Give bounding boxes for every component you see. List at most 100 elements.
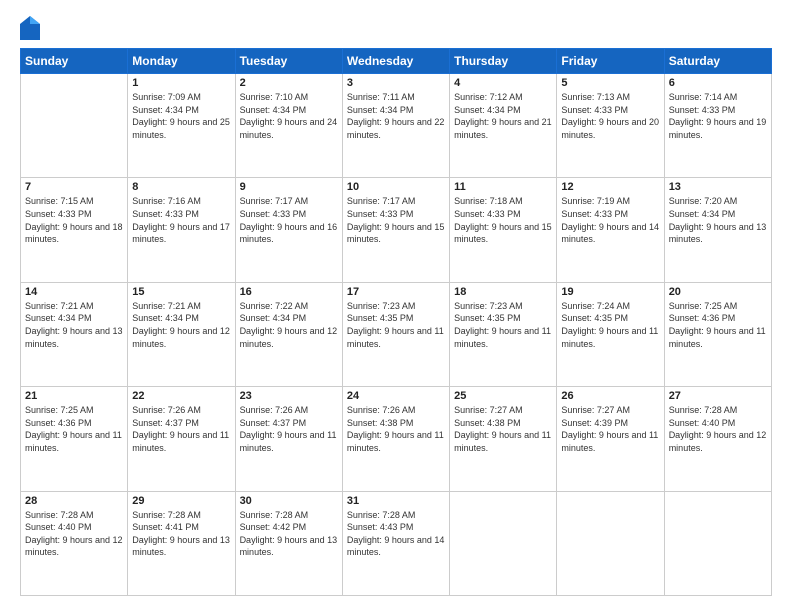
calendar-cell: 17 Sunrise: 7:23 AMSunset: 4:35 PMDayligh…	[342, 282, 449, 386]
day-info: Sunrise: 7:26 AMSunset: 4:38 PMDaylight:…	[347, 404, 445, 454]
day-info: Sunrise: 7:11 AMSunset: 4:34 PMDaylight:…	[347, 91, 445, 141]
calendar-cell	[21, 74, 128, 178]
calendar-week-row: 1 Sunrise: 7:09 AMSunset: 4:34 PMDaylight…	[21, 74, 772, 178]
day-info: Sunrise: 7:25 AMSunset: 4:36 PMDaylight:…	[669, 300, 767, 350]
day-number: 6	[669, 77, 767, 89]
day-info: Sunrise: 7:20 AMSunset: 4:34 PMDaylight:…	[669, 195, 767, 245]
day-info: Sunrise: 7:09 AMSunset: 4:34 PMDaylight:…	[132, 91, 230, 141]
day-info: Sunrise: 7:23 AMSunset: 4:35 PMDaylight:…	[454, 300, 552, 350]
day-info: Sunrise: 7:27 AMSunset: 4:39 PMDaylight:…	[561, 404, 659, 454]
calendar-table: SundayMondayTuesdayWednesdayThursdayFrid…	[20, 48, 772, 596]
calendar-cell: 23 Sunrise: 7:26 AMSunset: 4:37 PMDayligh…	[235, 387, 342, 491]
page: SundayMondayTuesdayWednesdayThursdayFrid…	[0, 0, 792, 612]
calendar-cell: 26 Sunrise: 7:27 AMSunset: 4:39 PMDayligh…	[557, 387, 664, 491]
calendar-cell: 27Sunrise: 7:28 AMSunset: 4:40 PMDayligh…	[664, 387, 771, 491]
day-number: 30	[240, 495, 338, 507]
calendar-cell: 7 Sunrise: 7:15 AMSunset: 4:33 PMDaylight…	[21, 178, 128, 282]
day-number: 22	[132, 390, 230, 402]
calendar-cell: 3 Sunrise: 7:11 AMSunset: 4:34 PMDaylight…	[342, 74, 449, 178]
calendar-cell: 5 Sunrise: 7:13 AMSunset: 4:33 PMDaylight…	[557, 74, 664, 178]
calendar-weekday-header: Wednesday	[342, 49, 449, 74]
day-info: Sunrise: 7:27 AMSunset: 4:38 PMDaylight:…	[454, 404, 552, 454]
calendar-cell: 28Sunrise: 7:28 AMSunset: 4:40 PMDayligh…	[21, 491, 128, 595]
day-number: 5	[561, 77, 659, 89]
calendar-cell: 4 Sunrise: 7:12 AMSunset: 4:34 PMDaylight…	[450, 74, 557, 178]
day-info: Sunrise: 7:14 AMSunset: 4:33 PMDaylight:…	[669, 91, 767, 141]
day-number: 11	[454, 181, 552, 193]
calendar-cell: 31 Sunrise: 7:28 AMSunset: 4:43 PMDayligh…	[342, 491, 449, 595]
calendar-week-row: 21 Sunrise: 7:25 AMSunset: 4:36 PMDayligh…	[21, 387, 772, 491]
day-number: 13	[669, 181, 767, 193]
day-number: 4	[454, 77, 552, 89]
calendar-cell: 1 Sunrise: 7:09 AMSunset: 4:34 PMDaylight…	[128, 74, 235, 178]
day-number: 21	[25, 390, 123, 402]
calendar-weekday-header: Tuesday	[235, 49, 342, 74]
day-info: Sunrise: 7:18 AMSunset: 4:33 PMDaylight:…	[454, 195, 552, 245]
calendar-cell	[557, 491, 664, 595]
day-info: Sunrise: 7:21 AMSunset: 4:34 PMDaylight:…	[132, 300, 230, 350]
calendar-cell: 11 Sunrise: 7:18 AMSunset: 4:33 PMDayligh…	[450, 178, 557, 282]
day-number: 16	[240, 286, 338, 298]
day-info: Sunrise: 7:28 AMSunset: 4:43 PMDaylight:…	[347, 509, 445, 559]
day-info: Sunrise: 7:28 AMSunset: 4:41 PMDaylight:…	[132, 509, 230, 559]
calendar-cell: 12 Sunrise: 7:19 AMSunset: 4:33 PMDayligh…	[557, 178, 664, 282]
calendar-cell: 21 Sunrise: 7:25 AMSunset: 4:36 PMDayligh…	[21, 387, 128, 491]
day-info: Sunrise: 7:17 AMSunset: 4:33 PMDaylight:…	[347, 195, 445, 245]
calendar-cell: 30Sunrise: 7:28 AMSunset: 4:42 PMDayligh…	[235, 491, 342, 595]
day-info: Sunrise: 7:23 AMSunset: 4:35 PMDaylight:…	[347, 300, 445, 350]
day-number: 29	[132, 495, 230, 507]
day-number: 20	[669, 286, 767, 298]
calendar-cell: 6 Sunrise: 7:14 AMSunset: 4:33 PMDaylight…	[664, 74, 771, 178]
day-info: Sunrise: 7:16 AMSunset: 4:33 PMDaylight:…	[132, 195, 230, 245]
day-info: Sunrise: 7:19 AMSunset: 4:33 PMDaylight:…	[561, 195, 659, 245]
calendar-cell: 9 Sunrise: 7:17 AMSunset: 4:33 PMDaylight…	[235, 178, 342, 282]
day-number: 31	[347, 495, 445, 507]
day-info: Sunrise: 7:12 AMSunset: 4:34 PMDaylight:…	[454, 91, 552, 141]
calendar-cell: 16 Sunrise: 7:22 AMSunset: 4:34 PMDayligh…	[235, 282, 342, 386]
day-number: 1	[132, 77, 230, 89]
day-number: 3	[347, 77, 445, 89]
calendar-cell: 15 Sunrise: 7:21 AMSunset: 4:34 PMDayligh…	[128, 282, 235, 386]
calendar-weekday-header: Saturday	[664, 49, 771, 74]
calendar-cell: 8 Sunrise: 7:16 AMSunset: 4:33 PMDaylight…	[128, 178, 235, 282]
day-number: 28	[25, 495, 123, 507]
calendar-weekday-header: Monday	[128, 49, 235, 74]
calendar-cell: 2Sunrise: 7:10 AMSunset: 4:34 PMDaylight…	[235, 74, 342, 178]
day-number: 25	[454, 390, 552, 402]
calendar-cell: 19 Sunrise: 7:24 AMSunset: 4:35 PMDayligh…	[557, 282, 664, 386]
logo	[20, 16, 44, 40]
calendar-cell	[450, 491, 557, 595]
calendar-cell: 13 Sunrise: 7:20 AMSunset: 4:34 PMDayligh…	[664, 178, 771, 282]
calendar-week-row: 7 Sunrise: 7:15 AMSunset: 4:33 PMDaylight…	[21, 178, 772, 282]
day-info: Sunrise: 7:13 AMSunset: 4:33 PMDaylight:…	[561, 91, 659, 141]
day-number: 2	[240, 77, 338, 89]
day-number: 7	[25, 181, 123, 193]
day-number: 14	[25, 286, 123, 298]
calendar-cell: 24Sunrise: 7:26 AMSunset: 4:38 PMDayligh…	[342, 387, 449, 491]
calendar-cell: 25 Sunrise: 7:27 AMSunset: 4:38 PMDayligh…	[450, 387, 557, 491]
day-number: 12	[561, 181, 659, 193]
day-number: 9	[240, 181, 338, 193]
day-number: 15	[132, 286, 230, 298]
calendar-week-row: 14 Sunrise: 7:21 AMSunset: 4:34 PMDayligh…	[21, 282, 772, 386]
day-number: 17	[347, 286, 445, 298]
calendar-cell: 22 Sunrise: 7:26 AMSunset: 4:37 PMDayligh…	[128, 387, 235, 491]
day-info: Sunrise: 7:25 AMSunset: 4:36 PMDaylight:…	[25, 404, 123, 454]
day-info: Sunrise: 7:22 AMSunset: 4:34 PMDaylight:…	[240, 300, 338, 350]
day-number: 19	[561, 286, 659, 298]
day-info: Sunrise: 7:26 AMSunset: 4:37 PMDaylight:…	[132, 404, 230, 454]
day-info: Sunrise: 7:26 AMSunset: 4:37 PMDaylight:…	[240, 404, 338, 454]
calendar-weekday-header: Thursday	[450, 49, 557, 74]
day-info: Sunrise: 7:17 AMSunset: 4:33 PMDaylight:…	[240, 195, 338, 245]
day-info: Sunrise: 7:21 AMSunset: 4:34 PMDaylight:…	[25, 300, 123, 350]
day-info: Sunrise: 7:15 AMSunset: 4:33 PMDaylight:…	[25, 195, 123, 245]
calendar-cell: 14 Sunrise: 7:21 AMSunset: 4:34 PMDayligh…	[21, 282, 128, 386]
day-number: 18	[454, 286, 552, 298]
logo-icon	[20, 16, 40, 40]
day-number: 23	[240, 390, 338, 402]
day-info: Sunrise: 7:24 AMSunset: 4:35 PMDaylight:…	[561, 300, 659, 350]
header	[20, 16, 772, 40]
day-number: 8	[132, 181, 230, 193]
day-number: 26	[561, 390, 659, 402]
calendar-cell: 10Sunrise: 7:17 AMSunset: 4:33 PMDayligh…	[342, 178, 449, 282]
